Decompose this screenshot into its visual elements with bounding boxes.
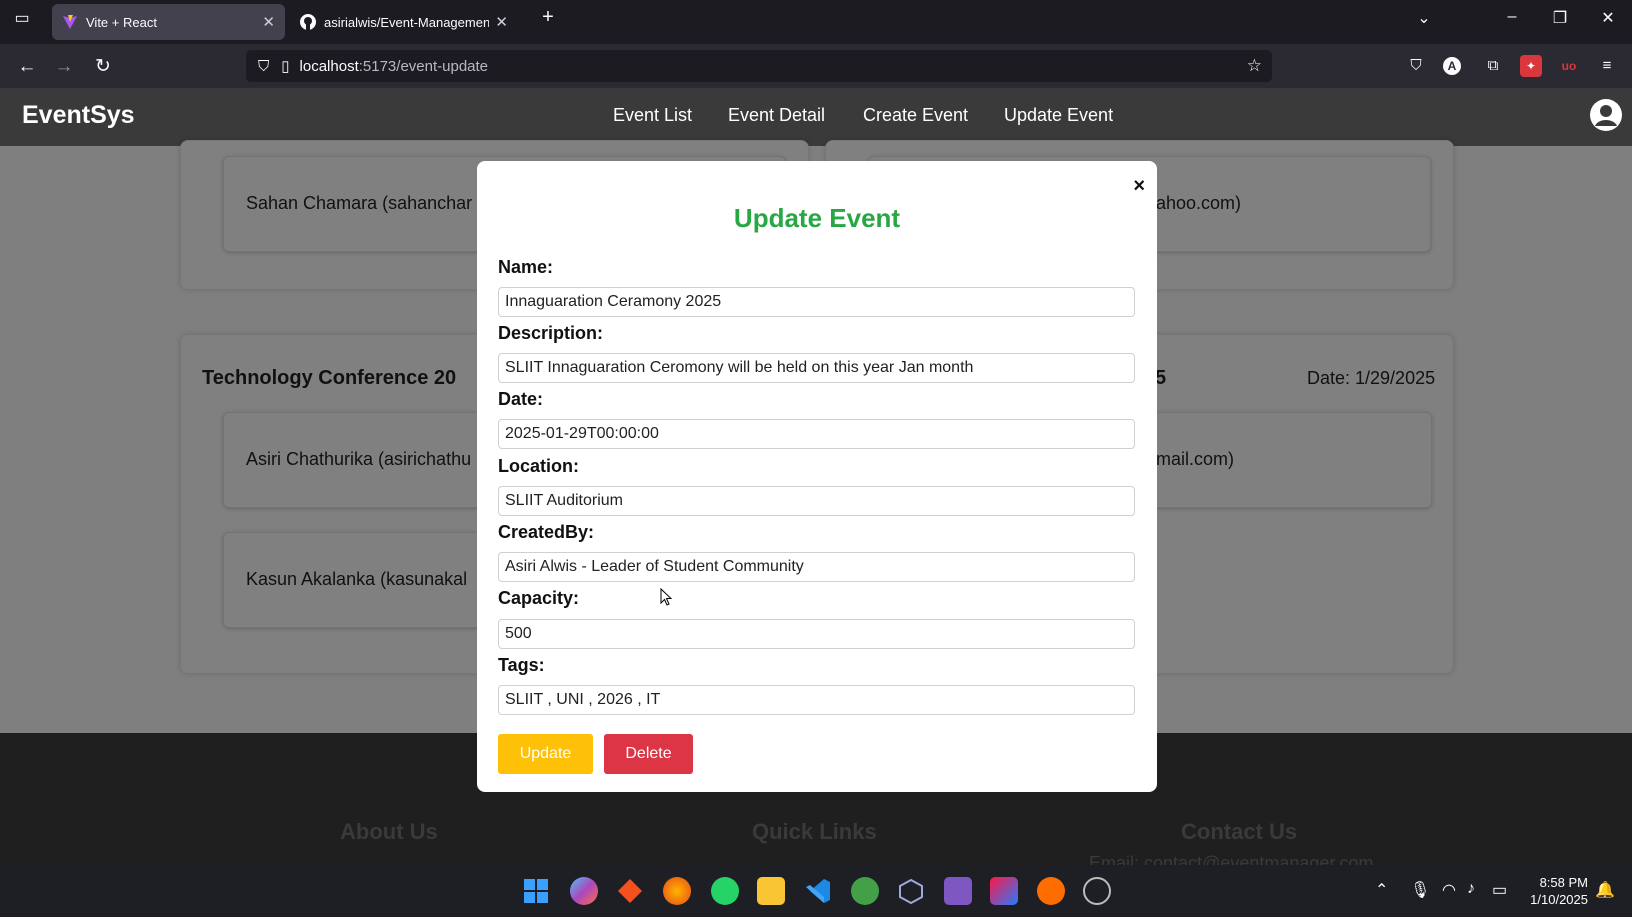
vscode-icon[interactable] [804, 877, 832, 905]
url-bar[interactable]: ⛉ ▯ localhost:5173/event-update ☆ [246, 50, 1272, 82]
createdby-field[interactable] [498, 552, 1135, 582]
description-field[interactable] [498, 353, 1135, 383]
browser-tab-strip: ▭ Vite + React ✕ asirialwis/Event-Manage… [0, 0, 1632, 44]
github-icon [300, 14, 316, 30]
windows-start-icon[interactable] [522, 877, 550, 905]
delete-button[interactable]: Delete [604, 734, 693, 774]
close-tab-icon[interactable]: ✕ [262, 13, 275, 31]
footer-about-heading: About Us [340, 819, 438, 844]
brand-logo[interactable]: EventSys [22, 101, 135, 130]
extensions-icon[interactable]: ⧉ [1482, 55, 1504, 77]
file-explorer-icon[interactable] [757, 877, 785, 905]
ublock-icon[interactable]: uo [1558, 55, 1580, 77]
location-field[interactable] [498, 486, 1135, 516]
footer-email: Email: contact@eventmanager.com [1089, 853, 1374, 865]
virtualbox-icon[interactable] [897, 877, 925, 905]
user-profile-icon[interactable] [1590, 99, 1622, 131]
list-tabs-chevron-icon[interactable]: ⌄ [1412, 8, 1436, 28]
date-label: Date: [498, 389, 544, 409]
vite-icon [62, 14, 78, 30]
browser-nav-bar: ← → ↻ ⛉ ▯ localhost:5173/event-update ☆ … [0, 44, 1632, 88]
app-header: EventSys Event List Event Detail Create … [0, 88, 1632, 146]
date-field[interactable] [498, 419, 1135, 449]
xbox-icon[interactable] [851, 877, 879, 905]
wifi-icon[interactable]: ◠ [1442, 880, 1456, 900]
attendee-name: Sahan Chamara (sahanchar [246, 193, 473, 213]
back-icon[interactable]: ← [14, 54, 40, 80]
notification-bell-icon[interactable]: 🔔 [1595, 880, 1615, 900]
copilot-icon[interactable] [570, 877, 598, 905]
tags-field[interactable] [498, 685, 1135, 715]
footer-contact-heading: Contact Us [1181, 819, 1298, 844]
tab-title: asirialwis/Event-Management-S [324, 14, 490, 30]
bookmark-star-icon[interactable]: ☆ [1247, 56, 1262, 76]
obs-icon[interactable] [944, 877, 972, 905]
windows-taskbar: ⌃ 🎙 ◠ ♪ ▭ 8:58 PM 1/10/2025 🔔 [0, 865, 1632, 917]
close-icon[interactable]: × [1133, 175, 1145, 198]
nav-event-detail[interactable]: Event Detail [728, 105, 825, 126]
mouse-cursor-icon [660, 587, 673, 611]
modal-title: Update Event [733, 203, 901, 233]
browser-tab-vite[interactable]: Vite + React ✕ [52, 4, 285, 40]
extension-red-icon[interactable]: ✦ [1520, 55, 1542, 77]
createdby-label: CreatedBy: [498, 522, 595, 542]
event-title: Technology Conference 20 [202, 367, 457, 389]
attendee-name: Kasun Akalanka (kasunakal [246, 569, 468, 589]
clock-time: 8:58 PM [1539, 875, 1588, 890]
postman-icon[interactable] [1037, 877, 1065, 905]
nav-event-list[interactable]: Event List [613, 105, 692, 126]
url-host: localhost [299, 57, 359, 75]
volume-icon[interactable]: ♪ [1467, 880, 1475, 898]
capacity-field[interactable] [498, 619, 1135, 649]
footer-links-heading: Quick Links [752, 819, 877, 844]
tab-title: Vite + React [86, 14, 157, 30]
attendee-email: mail.com) [1156, 449, 1235, 469]
capacity-label: Capacity: [498, 588, 580, 608]
nav-update-event[interactable]: Update Event [1004, 105, 1113, 126]
battery-icon[interactable]: ▭ [1492, 880, 1507, 900]
whatsapp-icon[interactable] [711, 877, 739, 905]
nav-create-event[interactable]: Create Event [863, 105, 968, 126]
show-hidden-icons-icon[interactable]: ⌃ [1375, 880, 1388, 900]
name-field[interactable] [498, 287, 1135, 317]
new-tab-icon[interactable]: + [536, 6, 560, 29]
microphone-icon[interactable]: 🎙 [1410, 880, 1430, 900]
update-button[interactable]: Update [498, 734, 593, 774]
tags-label: Tags: [498, 655, 545, 675]
close-tab-icon[interactable]: ✕ [495, 13, 508, 31]
shield-icon[interactable]: ⛉ [258, 58, 269, 75]
update-event-modal: × Update Event Name: Description: Date: … [477, 161, 1157, 792]
intellij-icon[interactable] [990, 877, 1018, 905]
system-clock[interactable]: 8:58 PM 1/10/2025 [1530, 874, 1588, 908]
clock-date: 1/10/2025 [1530, 892, 1588, 907]
event-date: Date: 1/29/2025 [1307, 368, 1436, 388]
pocket-icon[interactable]: ⛉ [1405, 55, 1427, 77]
restore-icon[interactable]: ❐ [1548, 8, 1572, 28]
close-window-icon[interactable]: ✕ [1596, 8, 1620, 28]
menu-icon[interactable]: ≡ [1596, 55, 1618, 77]
account-icon[interactable]: A [1443, 57, 1461, 75]
forward-icon[interactable]: → [51, 54, 77, 80]
attendee-name: Asiri Chathurika (asirichathu [246, 449, 472, 469]
name-label: Name: [498, 257, 554, 277]
git-icon[interactable] [616, 877, 644, 905]
description-label: Description: [498, 323, 604, 343]
firefox-icon[interactable] [663, 877, 691, 905]
attendee-email: ahoo.com) [1156, 193, 1242, 213]
page-icon[interactable]: ▯ [281, 57, 289, 75]
browser-tab-github[interactable]: asirialwis/Event-Management-S ✕ [290, 4, 518, 40]
minimize-icon[interactable]: – [1500, 8, 1524, 26]
reload-icon[interactable]: ↻ [90, 54, 116, 80]
location-label: Location: [498, 456, 579, 476]
url-path: :5173/event-update [358, 57, 489, 75]
tab-overview-icon[interactable]: ▭ [10, 8, 34, 28]
chrome-dev-icon[interactable] [1083, 877, 1111, 905]
